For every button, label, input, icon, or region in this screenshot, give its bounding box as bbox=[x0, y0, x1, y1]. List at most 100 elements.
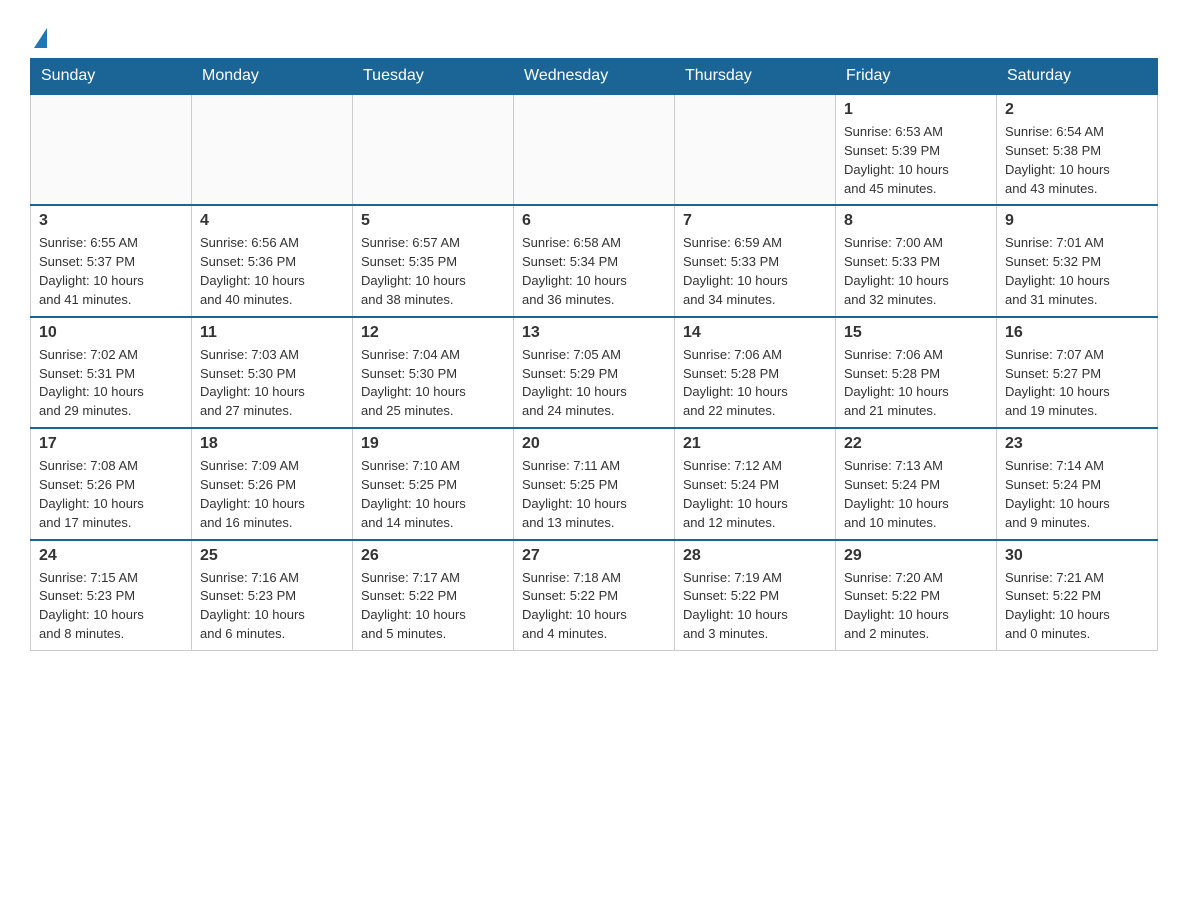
calendar-cell bbox=[192, 94, 353, 205]
calendar-cell: 15Sunrise: 7:06 AM Sunset: 5:28 PM Dayli… bbox=[836, 317, 997, 428]
calendar-cell bbox=[31, 94, 192, 205]
calendar-cell: 2 Sunrise: 6:54 AM Sunset: 5:38 PM Daylig… bbox=[997, 94, 1158, 205]
day-number: 27 bbox=[522, 547, 666, 565]
calendar-cell: 19Sunrise: 7:10 AM Sunset: 5:25 PM Dayli… bbox=[353, 428, 514, 539]
day-number: 25 bbox=[200, 547, 344, 565]
calendar-cell: 24 Sunrise: 7:15 AM Sunset: 5:23 PM Dayli… bbox=[31, 540, 192, 651]
day-info: Sunrise: 7:14 AM Sunset: 5:24 PM Dayligh… bbox=[1005, 457, 1149, 532]
calendar-cell: 22 Sunrise: 7:13 AM Sunset: 5:24 PM Dayli… bbox=[836, 428, 997, 539]
day-info: Sunrise: 7:21 AM Sunset: 5:22 PM Dayligh… bbox=[1005, 569, 1149, 644]
week-row-4: 17 Sunrise: 7:08 AM Sunset: 5:26 PM Dayli… bbox=[31, 428, 1158, 539]
calendar-cell: 14Sunrise: 7:06 AM Sunset: 5:28 PM Dayli… bbox=[675, 317, 836, 428]
calendar-cell: 25 Sunrise: 7:16 AM Sunset: 5:23 PM Dayli… bbox=[192, 540, 353, 651]
day-info: Sunrise: 6:59 AM Sunset: 5:33 PM Dayligh… bbox=[683, 234, 827, 309]
calendar-cell: 21 Sunrise: 7:12 AM Sunset: 5:24 PM Dayli… bbox=[675, 428, 836, 539]
day-number: 12 bbox=[361, 324, 505, 342]
day-info: Sunrise: 7:06 AM Sunset: 5:28 PM Dayligh… bbox=[683, 346, 827, 421]
day-number: 30 bbox=[1005, 547, 1149, 565]
calendar-cell: 29 Sunrise: 7:20 AM Sunset: 5:22 PM Dayli… bbox=[836, 540, 997, 651]
weekday-header-row: SundayMondayTuesdayWednesdayThursdayFrid… bbox=[31, 59, 1158, 95]
day-info: Sunrise: 7:13 AM Sunset: 5:24 PM Dayligh… bbox=[844, 457, 988, 532]
calendar-cell: 23 Sunrise: 7:14 AM Sunset: 5:24 PM Dayli… bbox=[997, 428, 1158, 539]
page-header bbox=[30, 20, 1158, 48]
weekday-header-sunday: Sunday bbox=[31, 59, 192, 95]
day-number: 17 bbox=[39, 435, 183, 453]
calendar-cell: 27Sunrise: 7:18 AM Sunset: 5:22 PM Dayli… bbox=[514, 540, 675, 651]
calendar-cell: 20 Sunrise: 7:11 AM Sunset: 5:25 PM Dayli… bbox=[514, 428, 675, 539]
calendar-cell: 16Sunrise: 7:07 AM Sunset: 5:27 PM Dayli… bbox=[997, 317, 1158, 428]
day-info: Sunrise: 7:02 AM Sunset: 5:31 PM Dayligh… bbox=[39, 346, 183, 421]
day-number: 10 bbox=[39, 324, 183, 342]
day-number: 22 bbox=[844, 435, 988, 453]
day-info: Sunrise: 7:11 AM Sunset: 5:25 PM Dayligh… bbox=[522, 457, 666, 532]
calendar-cell: 4 Sunrise: 6:56 AM Sunset: 5:36 PM Daylig… bbox=[192, 205, 353, 316]
calendar-cell: 3 Sunrise: 6:55 AM Sunset: 5:37 PM Daylig… bbox=[31, 205, 192, 316]
week-row-1: 1 Sunrise: 6:53 AM Sunset: 5:39 PM Daylig… bbox=[31, 94, 1158, 205]
day-info: Sunrise: 6:57 AM Sunset: 5:35 PM Dayligh… bbox=[361, 234, 505, 309]
calendar-cell: 18 Sunrise: 7:09 AM Sunset: 5:26 PM Dayli… bbox=[192, 428, 353, 539]
calendar-cell: 13 Sunrise: 7:05 AM Sunset: 5:29 PM Dayli… bbox=[514, 317, 675, 428]
calendar-cell: 26 Sunrise: 7:17 AM Sunset: 5:22 PM Dayli… bbox=[353, 540, 514, 651]
calendar-cell: 12 Sunrise: 7:04 AM Sunset: 5:30 PM Dayli… bbox=[353, 317, 514, 428]
weekday-header-tuesday: Tuesday bbox=[353, 59, 514, 95]
day-number: 23 bbox=[1005, 435, 1149, 453]
calendar-cell: 11 Sunrise: 7:03 AM Sunset: 5:30 PM Dayli… bbox=[192, 317, 353, 428]
week-row-3: 10 Sunrise: 7:02 AM Sunset: 5:31 PM Dayli… bbox=[31, 317, 1158, 428]
calendar-cell: 6Sunrise: 6:58 AM Sunset: 5:34 PM Daylig… bbox=[514, 205, 675, 316]
day-number: 13 bbox=[522, 324, 666, 342]
day-number: 1 bbox=[844, 101, 988, 119]
day-info: Sunrise: 7:10 AM Sunset: 5:25 PM Dayligh… bbox=[361, 457, 505, 532]
day-info: Sunrise: 7:20 AM Sunset: 5:22 PM Dayligh… bbox=[844, 569, 988, 644]
week-row-5: 24 Sunrise: 7:15 AM Sunset: 5:23 PM Dayli… bbox=[31, 540, 1158, 651]
day-number: 3 bbox=[39, 212, 183, 230]
day-info: Sunrise: 7:03 AM Sunset: 5:30 PM Dayligh… bbox=[200, 346, 344, 421]
weekday-header-saturday: Saturday bbox=[997, 59, 1158, 95]
day-number: 5 bbox=[361, 212, 505, 230]
calendar-cell bbox=[514, 94, 675, 205]
calendar-cell: 10 Sunrise: 7:02 AM Sunset: 5:31 PM Dayli… bbox=[31, 317, 192, 428]
day-number: 20 bbox=[522, 435, 666, 453]
day-number: 4 bbox=[200, 212, 344, 230]
day-info: Sunrise: 7:09 AM Sunset: 5:26 PM Dayligh… bbox=[200, 457, 344, 532]
day-info: Sunrise: 7:12 AM Sunset: 5:24 PM Dayligh… bbox=[683, 457, 827, 532]
day-info: Sunrise: 7:05 AM Sunset: 5:29 PM Dayligh… bbox=[522, 346, 666, 421]
day-info: Sunrise: 7:15 AM Sunset: 5:23 PM Dayligh… bbox=[39, 569, 183, 644]
day-info: Sunrise: 7:00 AM Sunset: 5:33 PM Dayligh… bbox=[844, 234, 988, 309]
day-number: 21 bbox=[683, 435, 827, 453]
day-number: 8 bbox=[844, 212, 988, 230]
day-number: 2 bbox=[1005, 101, 1149, 119]
day-number: 29 bbox=[844, 547, 988, 565]
day-number: 18 bbox=[200, 435, 344, 453]
day-info: Sunrise: 7:04 AM Sunset: 5:30 PM Dayligh… bbox=[361, 346, 505, 421]
day-number: 24 bbox=[39, 547, 183, 565]
weekday-header-wednesday: Wednesday bbox=[514, 59, 675, 95]
day-number: 26 bbox=[361, 547, 505, 565]
day-info: Sunrise: 6:53 AM Sunset: 5:39 PM Dayligh… bbox=[844, 123, 988, 198]
calendar-cell bbox=[353, 94, 514, 205]
calendar-table: SundayMondayTuesdayWednesdayThursdayFrid… bbox=[30, 58, 1158, 651]
weekday-header-friday: Friday bbox=[836, 59, 997, 95]
day-info: Sunrise: 6:56 AM Sunset: 5:36 PM Dayligh… bbox=[200, 234, 344, 309]
day-info: Sunrise: 6:58 AM Sunset: 5:34 PM Dayligh… bbox=[522, 234, 666, 309]
day-number: 16 bbox=[1005, 324, 1149, 342]
day-info: Sunrise: 7:19 AM Sunset: 5:22 PM Dayligh… bbox=[683, 569, 827, 644]
calendar-cell: 5 Sunrise: 6:57 AM Sunset: 5:35 PM Daylig… bbox=[353, 205, 514, 316]
weekday-header-thursday: Thursday bbox=[675, 59, 836, 95]
day-number: 7 bbox=[683, 212, 827, 230]
calendar-cell: 28 Sunrise: 7:19 AM Sunset: 5:22 PM Dayli… bbox=[675, 540, 836, 651]
day-info: Sunrise: 6:54 AM Sunset: 5:38 PM Dayligh… bbox=[1005, 123, 1149, 198]
day-info: Sunrise: 7:17 AM Sunset: 5:22 PM Dayligh… bbox=[361, 569, 505, 644]
calendar-cell bbox=[675, 94, 836, 205]
day-number: 28 bbox=[683, 547, 827, 565]
day-info: Sunrise: 7:16 AM Sunset: 5:23 PM Dayligh… bbox=[200, 569, 344, 644]
calendar-cell: 8 Sunrise: 7:00 AM Sunset: 5:33 PM Daylig… bbox=[836, 205, 997, 316]
day-info: Sunrise: 7:01 AM Sunset: 5:32 PM Dayligh… bbox=[1005, 234, 1149, 309]
day-info: Sunrise: 6:55 AM Sunset: 5:37 PM Dayligh… bbox=[39, 234, 183, 309]
logo bbox=[30, 20, 47, 48]
calendar-cell: 7 Sunrise: 6:59 AM Sunset: 5:33 PM Daylig… bbox=[675, 205, 836, 316]
calendar-cell: 1 Sunrise: 6:53 AM Sunset: 5:39 PM Daylig… bbox=[836, 94, 997, 205]
day-number: 11 bbox=[200, 324, 344, 342]
day-number: 9 bbox=[1005, 212, 1149, 230]
calendar-cell: 9 Sunrise: 7:01 AM Sunset: 5:32 PM Daylig… bbox=[997, 205, 1158, 316]
day-info: Sunrise: 7:08 AM Sunset: 5:26 PM Dayligh… bbox=[39, 457, 183, 532]
